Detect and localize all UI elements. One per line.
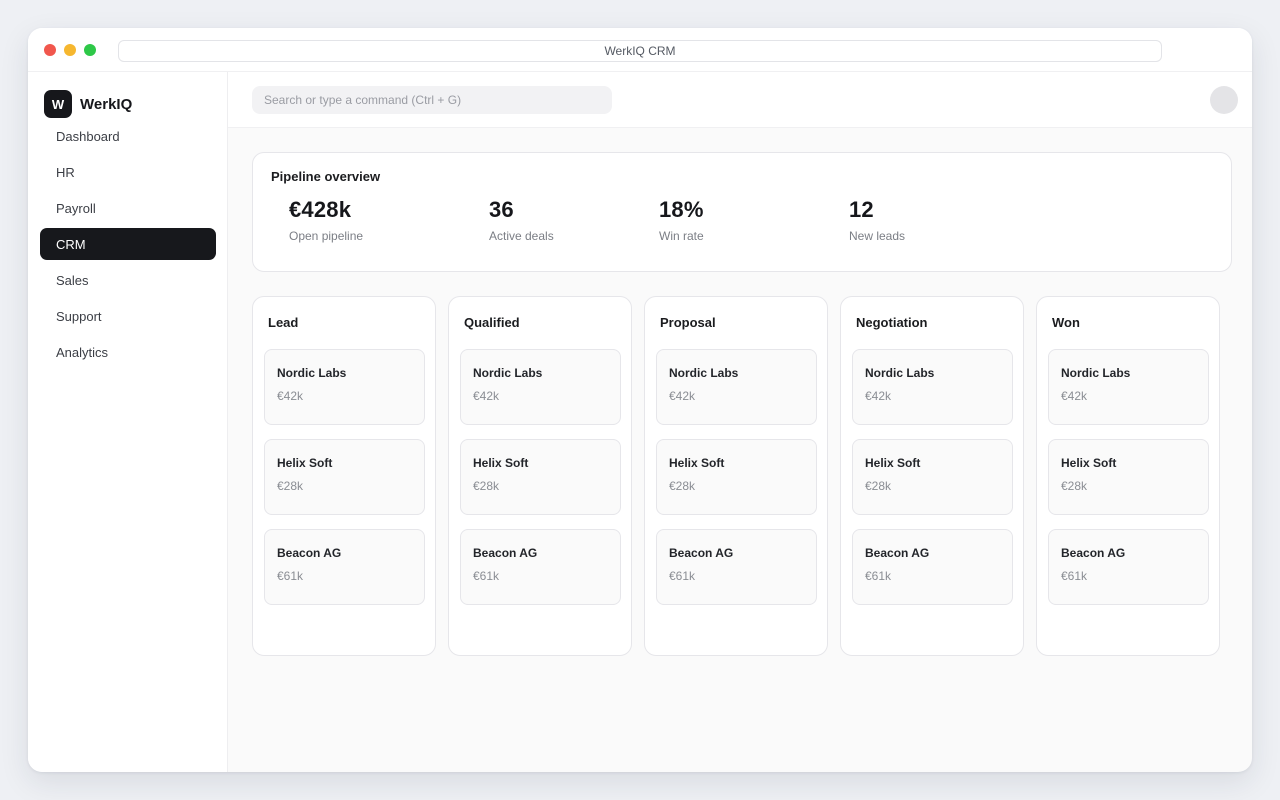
deal-card[interactable]: Nordic Labs €42k bbox=[264, 349, 425, 425]
board-column-proposal: Proposal Nordic Labs €42k Helix Soft €28… bbox=[644, 296, 828, 656]
deal-name: Beacon AG bbox=[473, 546, 538, 560]
deal-name: Beacon AG bbox=[865, 546, 930, 560]
brand[interactable]: W WerkIQ bbox=[44, 90, 132, 118]
board-column-negotiation: Negotiation Nordic Labs €42k Helix Soft … bbox=[840, 296, 1024, 656]
deal-amount: €28k bbox=[669, 479, 696, 493]
deal-amount: €42k bbox=[669, 389, 696, 403]
main-content: Pipeline overview €428k Open pipeline 36… bbox=[228, 128, 1252, 772]
deal-name: Nordic Labs bbox=[865, 366, 935, 380]
deal-amount: €61k bbox=[277, 569, 304, 583]
avatar[interactable] bbox=[1210, 86, 1238, 114]
sidebar-item-hr[interactable]: HR bbox=[40, 156, 216, 188]
column-title: Won bbox=[1052, 315, 1080, 330]
deal-card[interactable]: Nordic Labs €42k bbox=[656, 349, 817, 425]
column-title: Proposal bbox=[660, 315, 716, 330]
deal-amount: €28k bbox=[865, 479, 892, 493]
brand-logo-icon: W bbox=[44, 90, 72, 118]
sidebar-item-support[interactable]: Support bbox=[40, 300, 216, 332]
stat-label: Active deals bbox=[489, 229, 554, 243]
stat-label: Win rate bbox=[659, 229, 704, 243]
deal-card[interactable]: Nordic Labs €42k bbox=[1048, 349, 1209, 425]
deal-name: Beacon AG bbox=[277, 546, 342, 560]
close-window-button[interactable] bbox=[44, 44, 56, 56]
stat-label: New leads bbox=[849, 229, 906, 243]
deal-card[interactable]: Helix Soft €28k bbox=[1048, 439, 1209, 515]
deal-name: Beacon AG bbox=[1061, 546, 1126, 560]
deal-amount: €61k bbox=[669, 569, 696, 583]
column-title: Qualified bbox=[464, 315, 520, 330]
deal-card[interactable]: Helix Soft €28k bbox=[460, 439, 621, 515]
sidebar-item-payroll[interactable]: Payroll bbox=[40, 192, 216, 224]
deal-card[interactable]: Helix Soft €28k bbox=[264, 439, 425, 515]
stat-active-deals: 36 Active deals bbox=[489, 197, 554, 243]
deal-amount: €28k bbox=[473, 479, 500, 493]
deal-amount: €42k bbox=[277, 389, 304, 403]
board-column-won: Won Nordic Labs €42k Helix Soft €28k Bea… bbox=[1036, 296, 1220, 656]
stat-win-rate: 18% Win rate bbox=[659, 197, 704, 243]
deal-card[interactable]: Beacon AG €61k bbox=[852, 529, 1013, 605]
search-input[interactable] bbox=[252, 86, 612, 114]
pipeline-board: Lead Nordic Labs €42k Helix Soft €28k Be… bbox=[252, 296, 1232, 656]
sidebar-item-dashboard[interactable]: Dashboard bbox=[40, 120, 216, 152]
stat-value: 18% bbox=[659, 197, 704, 222]
pipeline-overview-card: Pipeline overview €428k Open pipeline 36… bbox=[252, 152, 1232, 272]
stat-open-pipeline: €428k Open pipeline bbox=[289, 197, 363, 243]
deal-name: Helix Soft bbox=[669, 456, 725, 470]
sidebar: W WerkIQ Dashboard HR Payroll CRM Sales … bbox=[28, 72, 228, 772]
deal-name: Beacon AG bbox=[669, 546, 734, 560]
deal-card[interactable]: Helix Soft €28k bbox=[852, 439, 1013, 515]
overview-title: Pipeline overview bbox=[271, 169, 381, 184]
stat-value: 12 bbox=[849, 197, 874, 222]
deal-amount: €42k bbox=[1061, 389, 1088, 403]
stat-new-leads: 12 New leads bbox=[849, 197, 905, 243]
deal-card[interactable]: Nordic Labs €42k bbox=[460, 349, 621, 425]
minimize-window-button[interactable] bbox=[64, 44, 76, 56]
deal-card[interactable]: Nordic Labs €42k bbox=[852, 349, 1013, 425]
deal-amount: €61k bbox=[473, 569, 500, 583]
deal-card[interactable]: Beacon AG €61k bbox=[656, 529, 817, 605]
deal-card[interactable]: Helix Soft €28k bbox=[656, 439, 817, 515]
deal-name: Nordic Labs bbox=[473, 366, 543, 380]
sidebar-item-sales[interactable]: Sales bbox=[40, 264, 216, 296]
stat-value: 36 bbox=[489, 197, 514, 222]
deal-name: Helix Soft bbox=[473, 456, 529, 470]
deal-name: Nordic Labs bbox=[1061, 366, 1131, 380]
deal-amount: €28k bbox=[1061, 479, 1088, 493]
column-title: Negotiation bbox=[856, 315, 928, 330]
deal-name: Helix Soft bbox=[865, 456, 921, 470]
deal-name: Nordic Labs bbox=[669, 366, 739, 380]
deal-name: Helix Soft bbox=[1061, 456, 1117, 470]
deal-amount: €61k bbox=[1061, 569, 1088, 583]
brand-name: WerkIQ bbox=[80, 95, 133, 113]
sidebar-item-crm[interactable]: CRM bbox=[40, 228, 216, 260]
deal-card[interactable]: Beacon AG €61k bbox=[1048, 529, 1209, 605]
deal-amount: €42k bbox=[865, 389, 892, 403]
top-bar bbox=[228, 72, 1252, 128]
sidebar-nav: Dashboard HR Payroll CRM Sales Support A… bbox=[40, 120, 216, 372]
deal-card[interactable]: Beacon AG €61k bbox=[264, 529, 425, 605]
deal-name: Nordic Labs bbox=[277, 366, 347, 380]
app-window: WerkIQ CRM W WerkIQ Dashboard HR Payroll… bbox=[28, 28, 1252, 772]
deal-name: Helix Soft bbox=[277, 456, 333, 470]
deal-amount: €28k bbox=[277, 479, 304, 493]
title-bar: WerkIQ CRM bbox=[28, 28, 1252, 72]
address-bar[interactable]: WerkIQ CRM bbox=[118, 40, 1162, 62]
board-column-lead: Lead Nordic Labs €42k Helix Soft €28k Be… bbox=[252, 296, 436, 656]
stat-label: Open pipeline bbox=[289, 229, 364, 243]
sidebar-item-analytics[interactable]: Analytics bbox=[40, 336, 216, 368]
maximize-window-button[interactable] bbox=[84, 44, 96, 56]
column-title: Lead bbox=[268, 315, 299, 330]
deal-card[interactable]: Beacon AG €61k bbox=[460, 529, 621, 605]
board-column-qualified: Qualified Nordic Labs €42k Helix Soft €2… bbox=[448, 296, 632, 656]
stat-value: €428k bbox=[289, 197, 352, 222]
deal-amount: €42k bbox=[473, 389, 500, 403]
deal-amount: €61k bbox=[865, 569, 892, 583]
